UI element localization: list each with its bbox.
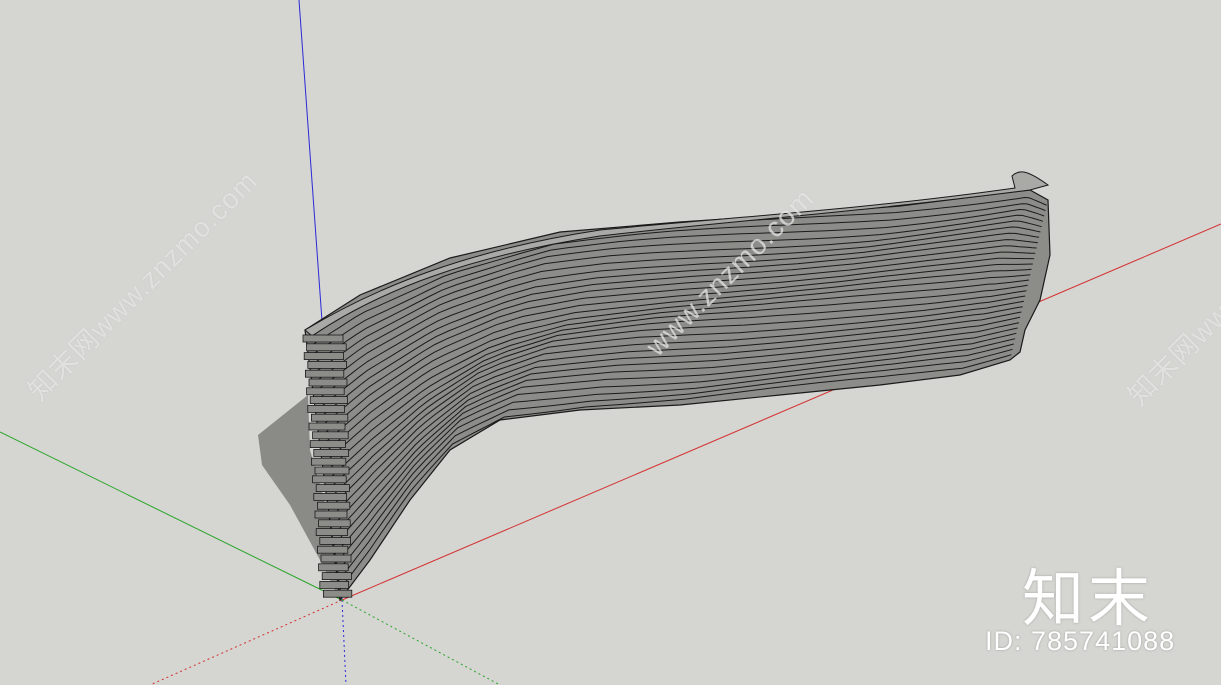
x-axis-negative	[149, 599, 343, 685]
wall-end-step	[302, 334, 344, 343]
brand-logo: 知末	[1022, 562, 1155, 635]
wall-end-step	[310, 413, 349, 422]
wall-end-step	[315, 484, 350, 493]
wall-end-step	[309, 440, 346, 449]
wall-end-step	[316, 545, 349, 554]
wall-end-step	[306, 387, 345, 396]
y-axis-negative	[341, 599, 501, 685]
wall-end-step	[307, 404, 345, 413]
wall-end-step	[320, 554, 352, 563]
wall-end-step	[308, 378, 348, 387]
z-axis-negative	[341, 599, 347, 685]
wall-end-step	[319, 537, 351, 545]
wall-end-step	[314, 510, 348, 519]
wall-end-step	[319, 581, 349, 589]
wall-end-step	[312, 431, 349, 440]
wall-end-step	[313, 492, 347, 501]
model-id-label: ID: 785741088	[985, 626, 1176, 656]
wall-end-step	[321, 572, 352, 580]
wall-end-step	[315, 528, 348, 536]
wall-end-step	[307, 360, 347, 369]
wall-end-step	[318, 563, 349, 572]
wall-end-step	[316, 501, 351, 510]
wavy-wall-model[interactable]	[302, 171, 1051, 602]
wall-end-step	[312, 475, 347, 484]
3d-viewport[interactable]: 知末网www.znzmo.com www.znzmo.com 知末网www.zn…	[0, 0, 1221, 685]
wall-end-step	[314, 466, 350, 475]
wall-end-step	[309, 396, 348, 405]
wall-end-step	[308, 422, 346, 431]
wall-end-step	[306, 343, 347, 352]
wall-end-step	[310, 457, 347, 466]
wall-end-step	[322, 589, 353, 598]
wall-end-step	[303, 352, 344, 361]
wall-end-step	[318, 519, 351, 528]
wall-end-step	[304, 369, 345, 378]
wall-end-step	[313, 448, 349, 457]
